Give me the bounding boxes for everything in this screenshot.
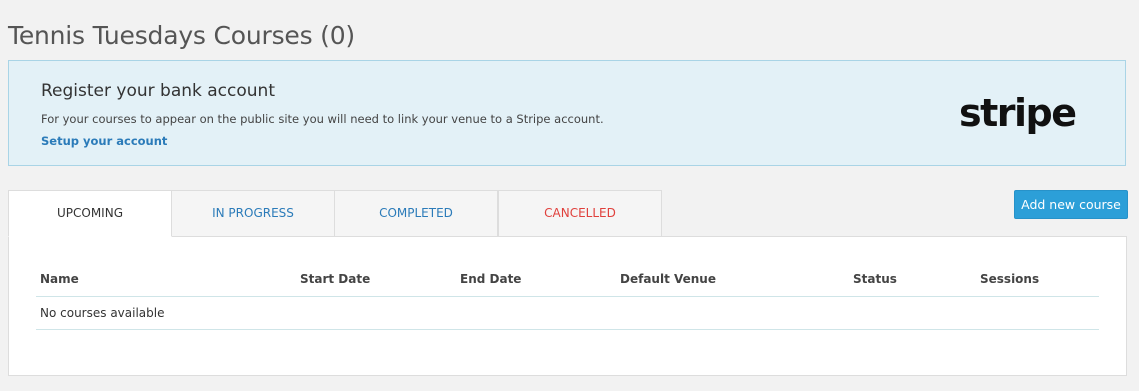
tab-in-progress[interactable]: IN PROGRESS bbox=[171, 190, 335, 237]
banner-title: Register your bank account bbox=[41, 81, 275, 101]
column-header-sessions: Sessions bbox=[976, 261, 1099, 297]
tab-cancelled[interactable]: CANCELLED bbox=[498, 190, 662, 237]
setup-account-link[interactable]: Setup your account bbox=[41, 134, 167, 148]
stripe-logo: stripe bbox=[959, 91, 1077, 135]
stripe-banner: Register your bank account For your cour… bbox=[8, 60, 1126, 166]
table-row: No courses available bbox=[36, 296, 1099, 330]
empty-message: No courses available bbox=[36, 296, 1099, 330]
column-header-default-venue: Default Venue bbox=[616, 261, 849, 297]
column-header-end-date: End Date bbox=[456, 261, 616, 297]
courses-table: Name Start Date End Date Default Venue S… bbox=[36, 261, 1099, 330]
add-new-course-button[interactable]: Add new course bbox=[1014, 190, 1128, 219]
tab-completed[interactable]: COMPLETED bbox=[334, 190, 498, 237]
column-header-status: Status bbox=[849, 261, 976, 297]
table-header-row: Name Start Date End Date Default Venue S… bbox=[36, 261, 1099, 297]
banner-text: For your courses to appear on the public… bbox=[41, 112, 604, 126]
tab-upcoming[interactable]: UPCOMING bbox=[8, 190, 172, 237]
column-header-name: Name bbox=[36, 261, 296, 297]
page-title: Tennis Tuesdays Courses (0) bbox=[8, 20, 355, 50]
column-header-start-date: Start Date bbox=[296, 261, 456, 297]
